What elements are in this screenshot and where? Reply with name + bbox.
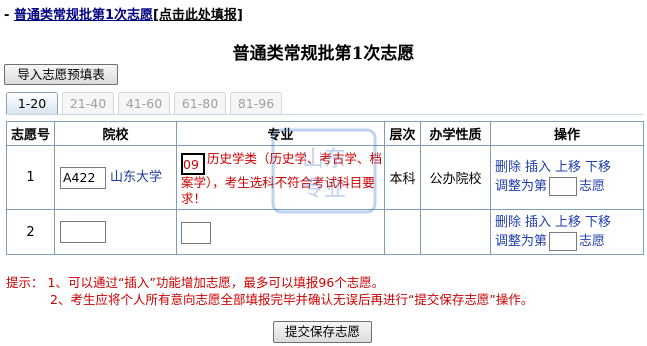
- table-row: 1 山东大学 09历史学类（历史学、考古学、档案学），考生选科不符合考试科目要求…: [6, 145, 644, 210]
- submit-save-button[interactable]: 提交保存志愿: [273, 321, 372, 343]
- major-error-text: 历史学类（历史学、考古学、档案学），考生选科不符合考试科目要求！: [181, 150, 383, 206]
- batch-title-link[interactable]: 普通类常规批第1次志愿: [14, 8, 153, 23]
- header-link-bar: - 普通类常规批第1次志愿[点击此处填报]: [4, 4, 243, 23]
- import-prefill-button[interactable]: 导入志愿预填表: [4, 64, 118, 85]
- page-title: 普通类常规批第1次志愿: [232, 44, 415, 64]
- school-cell: 山东大学: [54, 145, 177, 210]
- page-tabs: 1-20 21-40 41-60 61-80 81-96: [6, 92, 286, 114]
- col-header-nature: 办学性质: [420, 121, 491, 146]
- major-cell: 09 历史学类（历史学、考古学、档案学），考生选科不符合考试科目要求！: [176, 145, 385, 210]
- delete-link[interactable]: 删除: [495, 215, 521, 230]
- tips-block: 提示： 1、可以通过“插入”功能增加志愿，最多可以填报96个志愿。 2、考生应将…: [6, 274, 533, 308]
- tab-divider: [6, 114, 643, 115]
- tip-line-2: 2、考生应将个人所有意向志愿全部填报完毕并确认无误后再进行“提交保存志愿”操作。: [50, 292, 534, 307]
- nature-cell: 公办院校: [420, 145, 491, 210]
- adjust-suffix: 志愿: [579, 233, 606, 249]
- school-code-input[interactable]: [60, 166, 106, 189]
- col-header-no: 志愿号: [6, 121, 55, 146]
- col-header-school: 院校: [54, 121, 177, 146]
- col-header-major: 专业: [176, 121, 385, 146]
- adjust-prefix: 调整为第: [495, 233, 548, 249]
- level-cell: [384, 209, 421, 255]
- wish-number: 2: [6, 209, 55, 255]
- adjust-position-input[interactable]: [549, 177, 578, 196]
- insert-link[interactable]: 插入: [525, 215, 551, 230]
- table-row: 2 删除 插入 上移 下移 调整为第 志愿: [6, 209, 644, 255]
- col-header-level: 层次: [384, 121, 421, 146]
- delete-link[interactable]: 删除: [495, 160, 521, 175]
- adjust-position-input[interactable]: [549, 231, 578, 251]
- move-up-link[interactable]: 上移: [555, 215, 581, 230]
- major-cell: [176, 209, 385, 255]
- tip-line-1: 1、可以通过“插入”功能增加志愿，最多可以填报96个志愿。: [47, 275, 385, 290]
- tab-41-60[interactable]: 41-60: [118, 92, 170, 114]
- ops-cell: 删除 插入 上移 下移 调整为第 志愿: [490, 145, 644, 210]
- school-code-input[interactable]: [60, 221, 106, 243]
- move-up-link[interactable]: 上移: [555, 160, 581, 175]
- tab-1-20[interactable]: 1-20: [6, 92, 58, 114]
- adjust-prefix: 调整为第: [495, 179, 548, 194]
- ops-cell: 删除 插入 上移 下移 调整为第 志愿: [490, 209, 644, 255]
- tab-21-40[interactable]: 21-40: [62, 92, 114, 114]
- school-name: 山东大学: [110, 170, 163, 186]
- adjust-suffix: 志愿: [579, 179, 606, 194]
- table-header-row: 志愿号 院校 专业 层次 办学性质 操作: [6, 121, 644, 146]
- major-code-input[interactable]: 09: [181, 152, 205, 175]
- school-cell: [54, 209, 177, 255]
- wish-number: 1: [6, 145, 55, 210]
- tips-prefix: 提示：: [6, 275, 44, 290]
- col-header-ops: 操作: [490, 121, 644, 146]
- tab-81-96[interactable]: 81-96: [230, 92, 282, 114]
- move-down-link[interactable]: 下移: [585, 160, 611, 175]
- major-code-input[interactable]: [181, 222, 211, 244]
- insert-link[interactable]: 插入: [525, 160, 551, 175]
- tab-61-80[interactable]: 61-80: [174, 92, 226, 114]
- wish-table: 志愿号 院校 专业 层次 办学性质 操作 1 山东大学 09历史学类（历史学、考…: [6, 121, 644, 255]
- header-dash: -: [4, 8, 10, 23]
- level-cell: 本科: [384, 145, 421, 210]
- fill-in-link[interactable]: [点击此处填报]: [153, 8, 243, 23]
- nature-cell: [420, 209, 491, 255]
- move-down-link[interactable]: 下移: [585, 215, 611, 230]
